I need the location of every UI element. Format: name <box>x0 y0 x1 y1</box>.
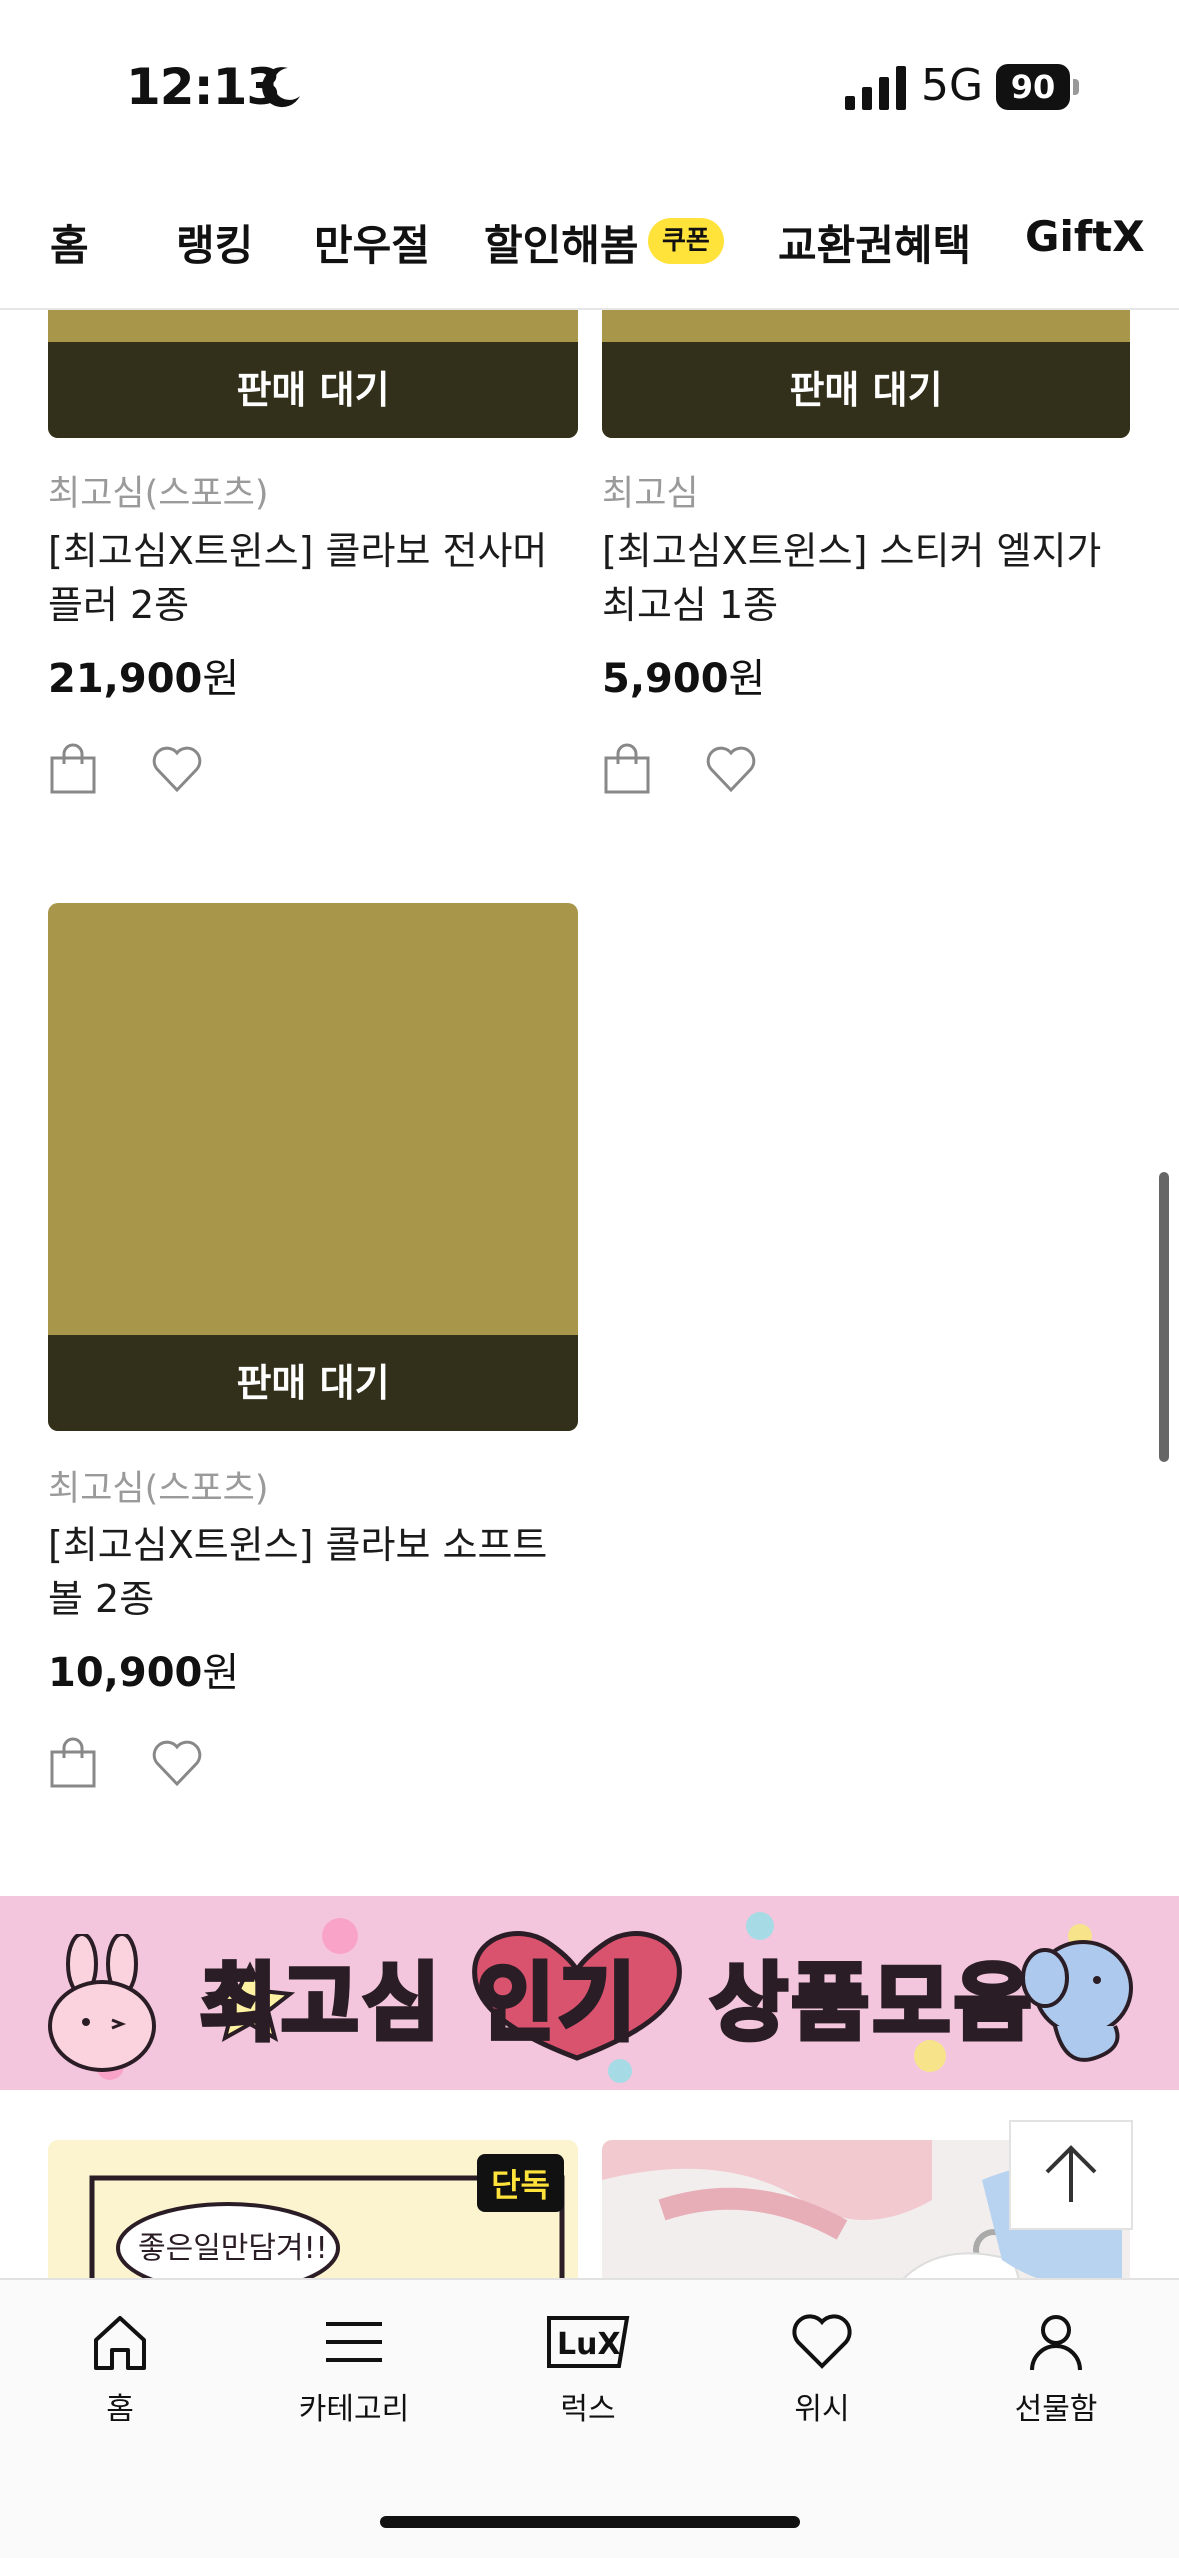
product-brand[interactable]: 최고심 <box>602 465 699 516</box>
product-name-line1: [최고심X트윈스] 콜라보 소프트 <box>48 1523 548 1567</box>
home-indicator[interactable] <box>380 2516 800 2528</box>
bottom-tab-lux[interactable]: LuX 럭스 <box>508 2310 668 2428</box>
sold-pending-label: 판매 대기 <box>48 1335 578 1431</box>
tab-ranking[interactable]: 랭킹 <box>176 212 253 273</box>
tab-voucher-benefits[interactable]: 교환권혜택 <box>778 212 971 273</box>
product-name[interactable]: [최고심X트윈스] 콜라보 소프트 볼 2종 <box>48 1518 588 1626</box>
product-name-line2: 플러 2종 <box>48 583 190 627</box>
person-icon <box>1030 2315 1082 2371</box>
network-type: 5G <box>921 60 984 111</box>
product-thumbnail[interactable]: 판매 대기 <box>48 903 578 1431</box>
tab-sale-spring[interactable]: 할인해봄 <box>484 212 639 273</box>
product-price: 21,900원 <box>48 656 240 702</box>
bottom-tab-label: 홈 <box>106 2392 134 2427</box>
product-price: 10,900원 <box>48 1650 240 1696</box>
product-thumbnail[interactable]: 판매 대기 <box>48 310 578 438</box>
banner-title: 최고심 인기 상품모음 <box>198 1931 1035 2061</box>
product-brand[interactable]: 최고심(스포츠) <box>48 465 269 516</box>
cart-icon[interactable] <box>46 1736 100 1790</box>
elephant-icon <box>1021 1940 1133 2062</box>
product-name-line1: [최고심X트윈스] 스티커 엘지가 <box>602 529 1102 573</box>
home-icon <box>94 2316 146 2370</box>
bottom-tab-label: 럭스 <box>560 2392 616 2427</box>
product-price: 5,900원 <box>602 656 766 702</box>
product-name-line1: [최고심X트윈스] 콜라보 전사머 <box>48 529 548 573</box>
signal-icon <box>845 66 906 110</box>
coupon-badge: 쿠폰 <box>648 218 724 264</box>
exclusive-badge: 단독 <box>477 2154 564 2212</box>
illustration-note: 좋은일만담겨!! <box>138 2231 328 2266</box>
bottom-tab-giftbox[interactable]: 선물함 <box>976 2310 1136 2428</box>
cart-icon[interactable] <box>46 742 100 796</box>
tab-giftx[interactable]: GiftX <box>1025 212 1145 261</box>
tab-april-fools[interactable]: 만우절 <box>314 212 430 273</box>
product-brand[interactable]: 최고심(스포츠) <box>48 1460 269 1511</box>
sold-pending-label: 판매 대기 <box>48 342 578 438</box>
moon-icon <box>262 67 300 108</box>
product-name[interactable]: [최고심X트윈스] 스티커 엘지가 최고심 1종 <box>602 524 1142 632</box>
bunny-icon <box>48 1934 156 2072</box>
lux-logo-icon: LuX <box>547 2316 630 2368</box>
scrollbar[interactable] <box>1159 1172 1169 1462</box>
top-category-nav: 홈 랭킹 만우절 할인해봄 쿠폰 교환권혜택 GiftX <box>0 186 1179 310</box>
menu-icon <box>326 2322 382 2362</box>
heart-icon[interactable] <box>150 1736 204 1790</box>
product-name-line2: 볼 2종 <box>48 1577 155 1621</box>
product-name-line2: 최고심 1종 <box>602 583 779 627</box>
bottom-tab-label: 선물함 <box>1014 2392 1098 2427</box>
battery-icon: 90 <box>996 64 1080 110</box>
cart-icon[interactable] <box>600 742 654 796</box>
product-name[interactable]: [최고심X트윈스] 콜라보 전사머 플러 2종 <box>48 524 588 632</box>
bottom-tab-category[interactable]: 카테고리 <box>274 2310 434 2428</box>
sold-pending-label: 판매 대기 <box>602 342 1130 438</box>
bottom-tab-home[interactable]: 홈 <box>40 2310 200 2428</box>
heart-icon <box>792 2314 852 2369</box>
bottom-tab-label: 위시 <box>794 2392 850 2427</box>
heart-icon[interactable] <box>704 742 758 796</box>
scroll-to-top-button[interactable] <box>1009 2120 1133 2230</box>
bottom-tab-wish[interactable]: 위시 <box>742 2310 902 2428</box>
bottom-tab-label: 카테고리 <box>298 2392 410 2427</box>
arrow-up-icon <box>1045 2145 1097 2202</box>
battery-level: 90 <box>996 64 1070 110</box>
product-thumbnail[interactable]: 판매 대기 <box>602 310 1130 438</box>
svg-text:LuX: LuX <box>557 2327 621 2362</box>
tab-home[interactable]: 홈 <box>50 212 89 273</box>
promo-banner[interactable]: 최고심 인기 상품모음 <box>0 1896 1179 2090</box>
heart-icon[interactable] <box>150 742 204 796</box>
